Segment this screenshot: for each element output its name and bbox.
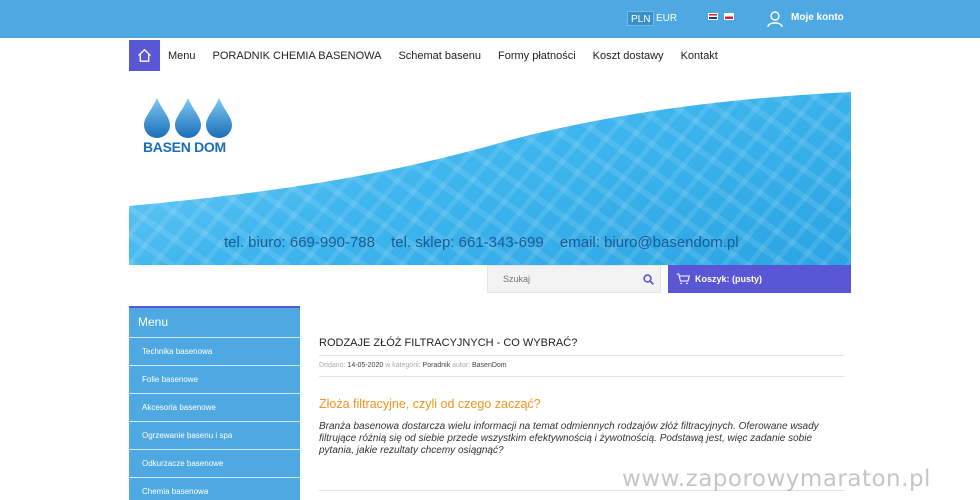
article-date: 14-05-2020 bbox=[347, 362, 384, 369]
flag-pl-icon[interactable] bbox=[724, 13, 734, 20]
article-meta: Dodano: 14-05-2020 w kategorii: Poradnik… bbox=[319, 362, 844, 377]
watermark: www.zaporowymaraton.pl bbox=[622, 466, 931, 492]
sidebar-title: Menu bbox=[129, 306, 300, 337]
nav-item-menu[interactable]: Menu bbox=[168, 50, 196, 62]
article-subheading: Złoża filtracyjne, czyli od czego zacząć… bbox=[319, 397, 541, 411]
currency-eur[interactable]: EUR bbox=[653, 11, 680, 26]
home-icon bbox=[138, 48, 151, 62]
currency-pln[interactable]: PLN bbox=[627, 11, 655, 26]
sidebar: Menu Technika basenowa Folie basenowe Ak… bbox=[129, 306, 300, 500]
meta-category-label: w kategorii: bbox=[385, 362, 421, 369]
cart-button[interactable]: Koszyk: (pusty) bbox=[668, 265, 851, 293]
sidebar-item-pool-accessories[interactable]: Akcesoria basenowe bbox=[129, 393, 300, 421]
search-icon[interactable] bbox=[643, 274, 654, 285]
sidebar-item-vacuums[interactable]: Odkurzacze basenowe bbox=[129, 449, 300, 477]
meta-author-label: autor: bbox=[452, 362, 471, 369]
hero-banner: BASEN DOM tel. biuro: 669-990-788 tel. s… bbox=[129, 84, 851, 265]
sidebar-item-pool-technology[interactable]: Technika basenowa bbox=[129, 337, 300, 365]
nav-item-pool-scheme[interactable]: Schemat basenu bbox=[398, 50, 481, 62]
top-bar: PLN EUR Moje konto bbox=[0, 0, 980, 38]
nav-item-contact[interactable]: Kontakt bbox=[681, 50, 718, 62]
nav-item-chemistry-guide[interactable]: PORADNIK CHEMIA BASENOWA bbox=[213, 50, 382, 62]
article-title: RODZAJE ZŁÓŻ FILTRACYJNYCH - CO WYBRAĆ? bbox=[319, 337, 844, 356]
article-paragraph: Branża basenowa dostarcza wielu informac… bbox=[319, 421, 819, 456]
meta-added-label: Dodano: bbox=[319, 362, 346, 369]
search-box bbox=[487, 265, 661, 293]
contact-line: tel. biuro: 669-990-788 tel. sklep: 661-… bbox=[224, 234, 751, 251]
article-author: BasenDom bbox=[472, 362, 507, 369]
phone-shop: tel. sklep: 661-343-699 bbox=[391, 234, 544, 251]
cart-icon bbox=[676, 273, 690, 285]
sidebar-item-pool-liners[interactable]: Folie basenowe bbox=[129, 365, 300, 393]
nav-item-delivery[interactable]: Koszt dostawy bbox=[593, 50, 664, 62]
logo-text[interactable]: BASEN DOM bbox=[143, 139, 226, 155]
user-icon[interactable] bbox=[766, 10, 784, 28]
phone-office: tel. biuro: 669-990-788 bbox=[224, 234, 375, 251]
home-button[interactable] bbox=[129, 40, 160, 71]
search-input[interactable] bbox=[488, 266, 638, 292]
sidebar-item-chemistry[interactable]: Chemia basenowa bbox=[129, 477, 300, 500]
flag-en-icon[interactable] bbox=[708, 13, 718, 20]
sidebar-item-heating[interactable]: Ogrzewanie basenu i spa bbox=[129, 421, 300, 449]
main-nav: Menu PORADNIK CHEMIA BASENOWA Schemat ba… bbox=[129, 40, 735, 71]
email-address: email: biuro@basendom.pl bbox=[559, 234, 739, 251]
article-category-link[interactable]: Poradnik bbox=[423, 362, 451, 369]
nav-item-payment[interactable]: Formy płatności bbox=[498, 50, 576, 62]
my-account-link[interactable]: Moje konto bbox=[791, 12, 844, 23]
cart-label: Koszyk: (pusty) bbox=[695, 274, 763, 284]
article: RODZAJE ZŁÓŻ FILTRACYJNYCH - CO WYBRAĆ? … bbox=[319, 337, 844, 457]
logo-drops-icon bbox=[144, 98, 232, 138]
